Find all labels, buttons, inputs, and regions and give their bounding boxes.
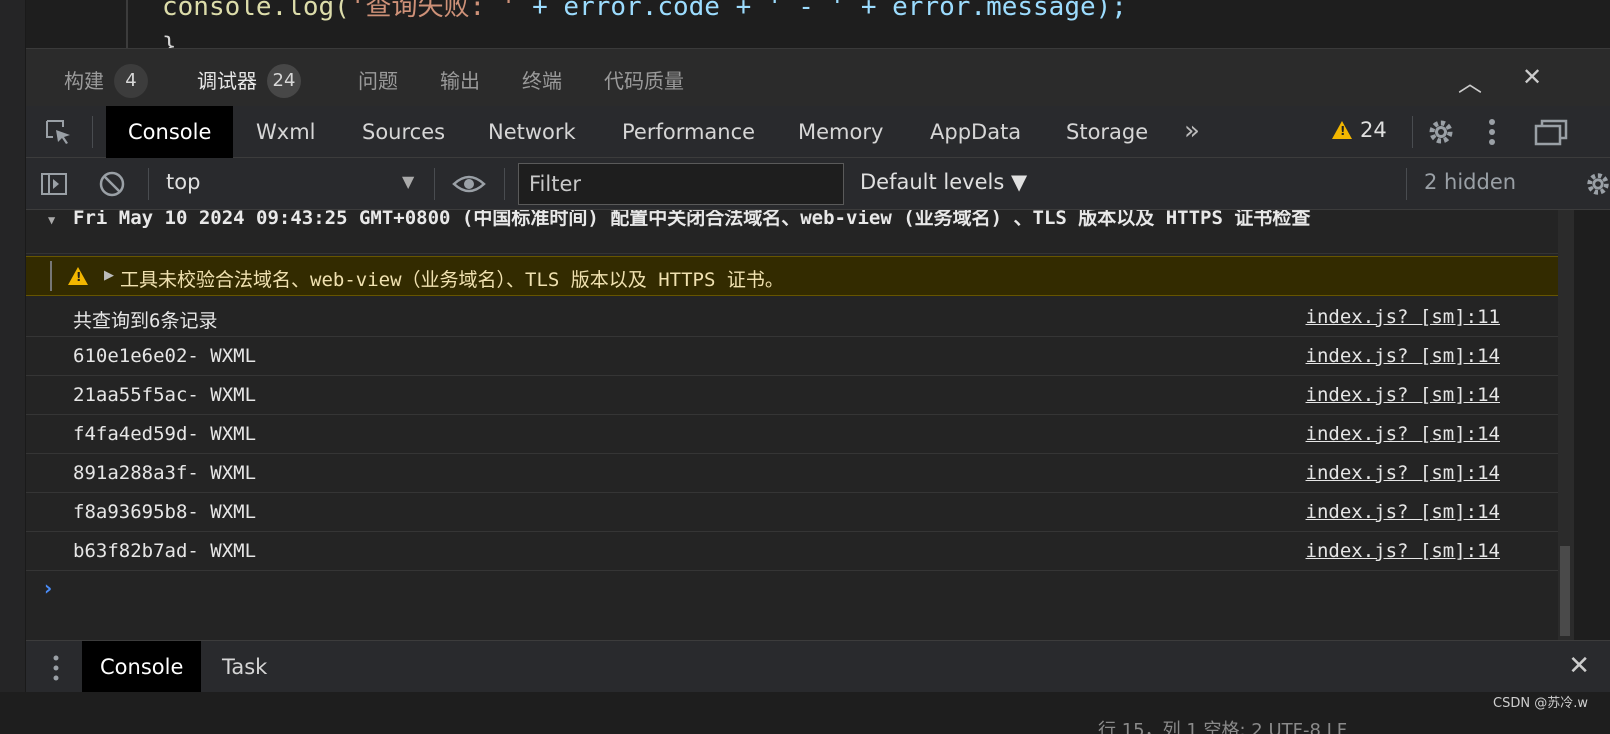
warning-icon xyxy=(1332,121,1352,139)
panel-tab-bar: 构建 4 调试器 24 问题 输出 终端 代码质量 ︿ ✕ xyxy=(26,48,1610,111)
tab-appdata[interactable]: AppData xyxy=(908,106,1043,158)
log-group-text: Fri May 10 2024 09:43:25 GMT+0800 (中国标准时… xyxy=(73,210,1311,229)
inspect-element-icon[interactable] xyxy=(44,118,72,146)
tab-debugger[interactable]: 调试器 24 xyxy=(197,63,361,111)
log-row: 21aa55f5ac- WXML index.js? [sm]:14 xyxy=(26,376,1558,415)
filter-separator xyxy=(148,168,149,200)
filter-input[interactable] xyxy=(518,163,844,205)
log-source-link[interactable]: index.js? [sm]:14 xyxy=(1306,501,1500,523)
code-string: '查询失败: ' xyxy=(349,0,517,22)
log-row: f4fa4ed59d- WXML index.js? [sm]:14 xyxy=(26,415,1558,454)
drawer-tab-task[interactable]: Task xyxy=(204,641,285,693)
tab-sources[interactable]: Sources xyxy=(340,106,467,158)
log-source-link[interactable]: index.js? [sm]:14 xyxy=(1306,345,1500,367)
settings-gear-icon[interactable] xyxy=(1426,117,1456,147)
code-line: console.log('查询失败: ' + error.code + ' - … xyxy=(162,0,1127,23)
console-filter-bar: top ▼ Default levels ▼ 2 hidden xyxy=(26,158,1610,210)
sidebar-toggle-icon[interactable] xyxy=(40,170,68,198)
devtools-drawer: Console Task ✕ xyxy=(26,640,1610,693)
console-scrollbar[interactable] xyxy=(1558,210,1574,640)
log-text: 610e1e6e02- WXML xyxy=(73,345,257,367)
code-function: console.log( xyxy=(162,0,350,22)
toolbar-separator xyxy=(92,116,93,148)
hidden-messages-count: 2 hidden xyxy=(1424,170,1517,194)
tab-performance[interactable]: Performance xyxy=(600,106,777,158)
dock-side-icon[interactable] xyxy=(1534,118,1568,146)
collapse-panel-icon[interactable]: ︿ xyxy=(1458,63,1482,98)
tab-debugger-badge: 24 xyxy=(267,63,301,98)
tab-code-quality[interactable]: 代码质量 xyxy=(604,65,684,94)
eye-icon[interactable] xyxy=(452,170,486,198)
warning-text: 工具未校验合法域名、web-view（业务域名）、TLS 版本以及 HTTPS … xyxy=(120,269,784,291)
toolbar-separator xyxy=(1412,116,1413,148)
tab-network[interactable]: Network xyxy=(466,106,598,158)
tab-problems[interactable]: 问题 xyxy=(358,65,398,94)
collapse-caret-icon[interactable]: ▼ xyxy=(48,210,55,232)
left-gutter xyxy=(0,0,26,734)
log-group-header[interactable]: ▼ Fri May 10 2024 09:43:25 GMT+0800 (中国标… xyxy=(26,210,1558,254)
tab-output[interactable]: 输出 xyxy=(440,65,480,94)
devtools-toolbar: Console Wxml Sources Network Performance… xyxy=(26,106,1610,158)
more-tabs-icon[interactable]: » xyxy=(1184,116,1200,146)
log-row: 共查询到6条记录 index.js? [sm]:11 xyxy=(26,298,1558,337)
chevron-down-icon[interactable]: ▼ xyxy=(402,172,414,191)
warnings-counter[interactable]: 24 xyxy=(1332,118,1387,142)
log-row: b63f82b7ad- WXML index.js? [sm]:14 xyxy=(26,532,1558,571)
log-row: 891a288a3f- WXML index.js? [sm]:14 xyxy=(26,454,1558,493)
drawer-menu-icon[interactable] xyxy=(52,655,60,681)
log-levels-dropdown[interactable]: Default levels ▼ xyxy=(860,170,1027,194)
code-editor[interactable]: console.log('查询失败: ' + error.code + ' - … xyxy=(26,0,1610,48)
tab-storage[interactable]: Storage xyxy=(1044,106,1170,158)
drawer-tab-console[interactable]: Console xyxy=(82,641,202,693)
expand-caret-icon[interactable]: ▶ xyxy=(104,268,114,283)
scrollbar-thumb[interactable] xyxy=(1560,546,1570,636)
log-text: 891a288a3f- WXML xyxy=(73,462,257,484)
warning-count: 24 xyxy=(1360,118,1387,142)
log-text: b63f82b7ad- WXML xyxy=(73,540,257,562)
filter-separator xyxy=(504,168,505,200)
log-source-link[interactable]: index.js? [sm]:14 xyxy=(1306,384,1500,406)
warning-message[interactable]: ▶ 工具未校验合法域名、web-view（业务域名）、TLS 版本以及 HTTP… xyxy=(26,256,1558,296)
group-indent-bar xyxy=(50,261,52,291)
tab-terminal[interactable]: 终端 xyxy=(522,65,562,94)
log-text: f4fa4ed59d- WXML xyxy=(73,423,257,445)
tab-build[interactable]: 构建 4 xyxy=(64,63,148,100)
status-text: 行 15，列 1 空格: 2 UTF-8 LF xyxy=(1098,720,1348,734)
log-source-link[interactable]: index.js? [sm]:11 xyxy=(1306,306,1500,328)
more-options-icon[interactable] xyxy=(1488,118,1496,146)
status-bar: CSDN @苏冷.w 行 15，列 1 空格: 2 UTF-8 LF xyxy=(0,692,1610,734)
watermark: CSDN @苏冷.w xyxy=(1493,696,1588,711)
tab-build-badge: 4 xyxy=(114,63,148,98)
log-source-link[interactable]: index.js? [sm]:14 xyxy=(1306,540,1500,562)
tab-console[interactable]: Console xyxy=(106,106,234,158)
close-drawer-icon[interactable]: ✕ xyxy=(1568,651,1590,681)
log-text: f8a93695b8- WXML xyxy=(73,501,257,523)
log-text: 21aa55f5ac- WXML xyxy=(73,384,257,406)
log-source-link[interactable]: index.js? [sm]:14 xyxy=(1306,462,1500,484)
log-text: 共查询到6条记录 xyxy=(73,310,218,332)
warning-icon xyxy=(68,267,88,285)
editor-line-gutter xyxy=(126,0,128,48)
console-messages[interactable]: ▼ Fri May 10 2024 09:43:25 GMT+0800 (中国标… xyxy=(26,210,1558,640)
log-row: f8a93695b8- WXML index.js? [sm]:14 xyxy=(26,493,1558,532)
code-brace: } xyxy=(162,32,177,48)
tab-wxml[interactable]: Wxml xyxy=(234,106,337,158)
code-rest: + error.code + ' - ' + error.message); xyxy=(516,0,1127,22)
console-settings-icon[interactable] xyxy=(1584,169,1610,199)
clear-console-icon[interactable] xyxy=(98,170,126,198)
log-row: 610e1e6e02- WXML index.js? [sm]:14 xyxy=(26,337,1558,376)
filter-separator xyxy=(434,168,435,200)
filter-separator xyxy=(1406,168,1407,200)
log-source-link[interactable]: index.js? [sm]:14 xyxy=(1306,423,1500,445)
tab-debugger-label: 调试器 xyxy=(197,69,257,93)
tab-build-label: 构建 xyxy=(64,69,104,93)
console-prompt-icon[interactable]: › xyxy=(44,576,52,600)
tab-memory[interactable]: Memory xyxy=(776,106,905,158)
context-selector[interactable]: top xyxy=(166,170,200,194)
close-panel-icon[interactable]: ✕ xyxy=(1522,63,1542,91)
